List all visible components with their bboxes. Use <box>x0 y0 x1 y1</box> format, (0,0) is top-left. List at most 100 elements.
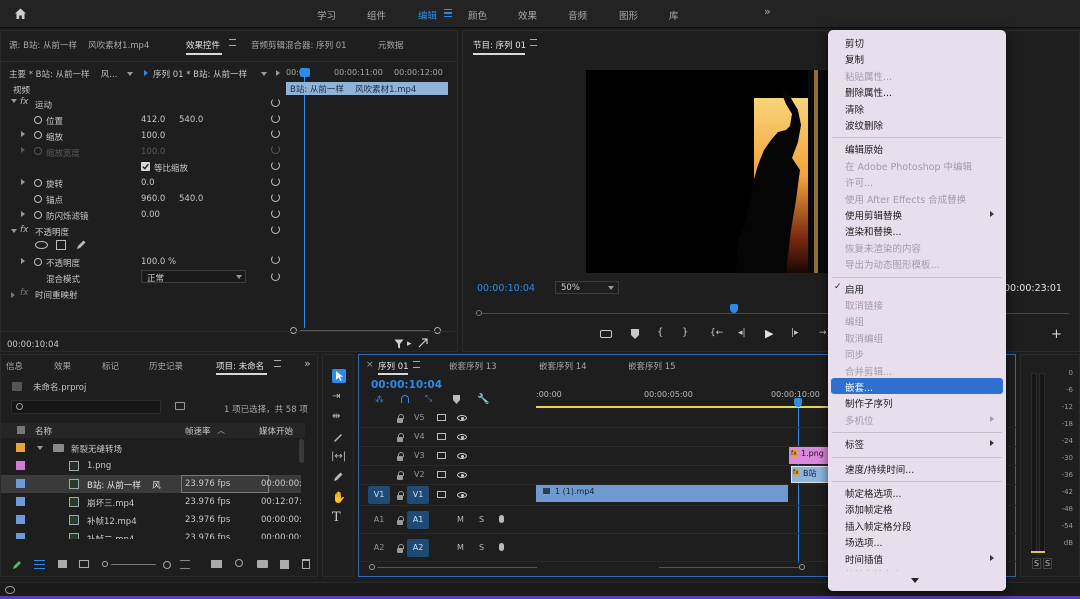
safe-margins-icon[interactable] <box>600 330 612 338</box>
timeline-clip-v2[interactable]: fx B站 <box>791 466 829 483</box>
track-name-a1[interactable]: A1 <box>407 511 429 529</box>
tab-source[interactable]: 源: B站: 从前一样 风吹素材1.mp4 <box>9 39 149 51</box>
track-lock-icon[interactable] <box>397 491 404 500</box>
reset-icon[interactable] <box>271 255 280 264</box>
track-lock-icon[interactable] <box>397 471 404 480</box>
toggle-sync-lock-icon[interactable] <box>437 414 446 421</box>
solo-track-button[interactable]: S <box>479 543 484 552</box>
rotation-value[interactable]: 0.0 <box>141 178 155 188</box>
menu-item[interactable]: 帧定格选项... <box>845 486 902 500</box>
zoom-in-icon[interactable] <box>163 561 171 569</box>
workspace-tab-libraries[interactable]: 库 <box>669 8 679 22</box>
track-lock-icon[interactable] <box>397 433 404 442</box>
close-tab-icon[interactable]: × <box>366 360 374 370</box>
source-patch-a2[interactable]: A2 <box>368 539 390 557</box>
anchor-x-value[interactable]: 960.0 <box>141 194 165 204</box>
sort-ascending-icon[interactable]: ︿ <box>217 425 225 436</box>
nest-toggle-icon[interactable]: ⁂ <box>375 395 384 405</box>
effect-controls-timecode[interactable]: 00:00:10:04 <box>7 340 59 350</box>
play-only-audio-icon[interactable]: ▸ <box>407 339 412 349</box>
anchor-y-value[interactable]: 540.0 <box>179 194 203 204</box>
panel-menu-icon[interactable] <box>274 360 281 367</box>
voice-over-record-icon[interactable] <box>499 543 504 551</box>
workspace-tab-editing[interactable]: 编辑 <box>418 8 437 22</box>
track-lock-icon[interactable] <box>397 414 404 423</box>
timeline-tab-sequence-01[interactable]: 序列 01 <box>378 360 409 372</box>
more-workspaces-icon[interactable]: » <box>764 5 771 18</box>
project-list-item[interactable]: 崩坏三.mp4 23.976 fps 00:12:07: <box>1 493 302 511</box>
add-button-icon[interactable]: + <box>1051 327 1062 342</box>
collapse-arrow-icon[interactable] <box>11 229 17 235</box>
zoom-select[interactable]: 50% <box>555 281 619 294</box>
expand-arrow-icon[interactable] <box>21 131 25 137</box>
tab-markers[interactable]: 标记 <box>102 360 119 372</box>
linked-selection-icon[interactable]: ⤡ <box>425 394 432 404</box>
pen-tool-icon[interactable] <box>332 471 344 483</box>
menu-item[interactable]: 编辑原始 <box>845 142 883 156</box>
track-name-v4[interactable]: V4 <box>414 432 425 441</box>
filter-icon[interactable] <box>394 339 404 349</box>
new-bin-from-search-icon[interactable] <box>175 402 185 410</box>
workspace-tab-color[interactable]: 颜色 <box>468 8 487 22</box>
step-back-icon[interactable]: ◂| <box>738 328 746 338</box>
menu-item[interactable]: 删除属性... <box>845 85 892 99</box>
menu-item[interactable]: 复制 <box>845 52 864 66</box>
effect-controls-timeline[interactable]: 00:00 00:00:11:00 00:00:12:00 B站: 从前一样 风… <box>286 64 448 354</box>
program-monitor-title[interactable]: 节目: 序列 01 <box>473 39 526 51</box>
mute-track-button[interactable]: M <box>457 515 464 524</box>
timeline-tab-nested-13[interactable]: 嵌套序列 13 <box>449 360 497 372</box>
reset-icon[interactable] <box>271 129 280 138</box>
more-tabs-icon[interactable]: » <box>304 357 311 370</box>
expand-arrow-icon[interactable] <box>11 292 15 298</box>
workspace-tab-effects[interactable]: 效果 <box>518 8 537 22</box>
play-icon[interactable]: ▶ <box>765 327 773 340</box>
playhead-marker[interactable] <box>730 304 738 313</box>
menu-item[interactable]: 速度/持续时间... <box>845 462 914 476</box>
program-timecode[interactable]: 00:00:10:04 <box>477 283 535 294</box>
slip-tool-icon[interactable]: |↔| <box>331 451 346 462</box>
toggle-sync-lock-icon[interactable] <box>437 452 446 459</box>
step-forward-icon[interactable]: |▸ <box>791 328 799 338</box>
solo-right-button[interactable]: S <box>1043 558 1053 569</box>
clip-bar[interactable]: B站: 从前一样 风吹素材1.mp4 <box>286 82 448 95</box>
tab-info[interactable]: 信息 <box>6 360 23 372</box>
tab-history[interactable]: 历史记录 <box>149 360 183 372</box>
find-icon[interactable] <box>235 559 243 567</box>
pencil-icon[interactable] <box>12 560 22 570</box>
label-color-swatch[interactable] <box>16 443 25 452</box>
toggle-track-output-eye-icon[interactable] <box>457 415 467 421</box>
menu-item[interactable]: 标签 <box>845 437 864 451</box>
track-lock-icon[interactable] <box>397 544 404 553</box>
menu-item[interactable]: 嵌套... <box>845 380 873 394</box>
track-name-v3[interactable]: V3 <box>414 451 425 460</box>
home-icon[interactable] <box>14 7 27 20</box>
toggle-sync-lock-icon[interactable] <box>437 433 446 440</box>
play-only-icon[interactable] <box>276 70 280 76</box>
reset-icon[interactable] <box>271 114 280 123</box>
tab-audio-clip-mixer[interactable]: 音频剪辑混合器: 序列 01 <box>251 39 347 51</box>
reset-icon[interactable] <box>271 177 280 186</box>
timeline-tab-nested-15[interactable]: 嵌套序列 15 <box>628 360 676 372</box>
track-select-tool-icon[interactable]: ⇥ <box>332 391 340 402</box>
workspace-tab-graphics[interactable]: 图形 <box>619 8 638 22</box>
dropdown-arrow-icon[interactable] <box>127 72 133 76</box>
pen-mask-icon[interactable] <box>75 239 87 251</box>
menu-item[interactable]: 制作子序列 <box>845 396 893 410</box>
hamburger-icon[interactable] <box>444 9 452 17</box>
scale-value[interactable]: 100.0 <box>141 131 165 141</box>
panel-menu-icon[interactable] <box>413 361 420 368</box>
selection-tool-icon[interactable] <box>332 369 346 383</box>
source-patch-a1[interactable]: A1 <box>368 511 390 529</box>
opacity-value[interactable]: 100.0 % <box>141 257 176 267</box>
panel-menu-icon[interactable] <box>530 39 537 46</box>
ripple-edit-tool-icon[interactable]: ⇹ <box>332 411 340 422</box>
automate-to-sequence-icon[interactable] <box>211 560 222 568</box>
zoom-out-icon[interactable] <box>102 561 108 567</box>
toggle-track-output-eye-icon[interactable] <box>457 472 467 478</box>
scroll-down-icon[interactable] <box>911 578 919 583</box>
mark-out-icon[interactable]: } <box>682 327 688 338</box>
icon-view-icon[interactable] <box>58 560 67 568</box>
label-color-swatch[interactable] <box>16 533 25 539</box>
track-lock-icon[interactable] <box>397 452 404 461</box>
project-list-item[interactable]: B站: 从前一样 风 23.976 fps 00:00:00: <box>1 475 302 493</box>
